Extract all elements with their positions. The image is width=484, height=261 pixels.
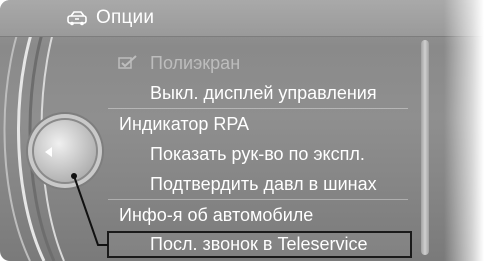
- left-arrow-icon: [45, 147, 52, 157]
- menu-item-label: Индикатор RPA: [119, 113, 250, 134]
- menu-item-vehicle-info[interactable]: Инфо-я об автомобиле: [119, 200, 313, 230]
- menu-item-label: Выкл. дисплей управления: [150, 82, 377, 103]
- menu-item-last-teleservice-call[interactable]: Посл. звонок в Teleservice: [150, 229, 368, 259]
- page-title: Опции: [96, 7, 155, 28]
- menu-item-label: Показать рук-во по экспл.: [150, 143, 365, 164]
- idrive-screen: Опции Полиэкран Выкл. дисплей управления…: [0, 0, 484, 261]
- menu-item-label: Инфо-я об автомобиле: [119, 204, 314, 225]
- menu-item-split-screen[interactable]: Полиэкран: [150, 48, 240, 78]
- menu-item-label: Полиэкран: [150, 52, 241, 73]
- settings-vehicle-icon: [67, 11, 87, 26]
- menu-item-show-manual[interactable]: Показать рук-во по экспл.: [150, 139, 365, 169]
- menu-item-confirm-tire-pressure[interactable]: Подтвердить давл в шинах: [150, 169, 377, 199]
- menu-item-control-display-off[interactable]: Выкл. дисплей управления: [150, 78, 377, 108]
- right-edge-fade: [444, 0, 484, 261]
- checkbox-checked-icon: [118, 55, 137, 69]
- menu-item-label: Подтвердить давл в шинах: [150, 173, 377, 194]
- header-bar: Опции: [0, 0, 484, 37]
- display-panel: Опции Полиэкран Выкл. дисплей управления…: [0, 0, 484, 261]
- scrollbar[interactable]: [421, 40, 429, 255]
- menu-item-label: Посл. звонок в Teleservice: [150, 233, 368, 254]
- menu-item-rpa-indicator[interactable]: Индикатор RPA: [119, 109, 249, 139]
- controller-knob[interactable]: [34, 120, 96, 182]
